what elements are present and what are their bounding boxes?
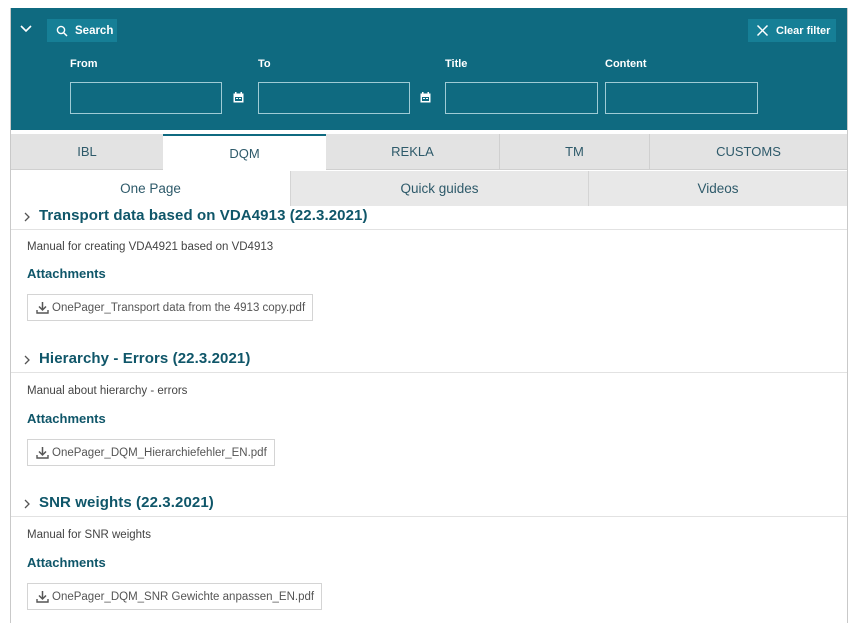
tab-label: TM — [565, 144, 584, 159]
tab-quick-guides[interactable]: Quick guides — [290, 171, 588, 206]
tab-label: REKLA — [391, 144, 434, 159]
section-description: Manual for creating VDA4921 based on VD4… — [27, 241, 274, 253]
tab-label: Videos — [697, 181, 739, 196]
tab-rekla[interactable]: REKLA — [326, 134, 499, 169]
tab-tm[interactable]: TM — [499, 134, 649, 169]
section-title: Transport data based on VDA4913 (22.3.20… — [39, 207, 368, 224]
tab-videos[interactable]: Videos — [588, 171, 847, 206]
clear-filter-label: Clear filter — [776, 24, 831, 37]
tab-label: Quick guides — [400, 181, 479, 196]
close-icon — [756, 24, 769, 37]
to-date-input[interactable] — [258, 82, 410, 114]
tab-label: IBL — [77, 144, 97, 159]
calendar-icon[interactable] — [233, 92, 244, 103]
manual-section: Hierarchy - Errors (22.3.2021) Manual ab… — [11, 348, 847, 490]
filter-panel: Search Clear filter From To Title Conten… — [11, 8, 847, 130]
content-input[interactable] — [605, 82, 758, 114]
attachment-file-name: OnePager_Transport data from the 4913 co… — [52, 301, 306, 314]
chevron-right-icon — [24, 499, 30, 509]
tab-label: DQM — [229, 145, 260, 161]
section-description: Manual for SNR weights — [27, 529, 151, 541]
content-label: Content — [605, 58, 647, 70]
section-header[interactable]: SNR weights (22.3.2021) — [11, 492, 847, 517]
tab-one-page[interactable]: One Page — [11, 171, 290, 206]
chevron-down-icon[interactable] — [19, 21, 33, 35]
tab-label: CUSTOMS — [716, 144, 781, 159]
attachments-label: Attachments — [27, 411, 106, 426]
from-label: From — [70, 58, 98, 70]
title-label: Title — [445, 58, 468, 70]
chevron-right-icon — [24, 212, 30, 222]
download-icon — [36, 447, 49, 459]
section-title: SNR weights (22.3.2021) — [39, 494, 214, 511]
to-label: To — [258, 58, 271, 70]
section-description: Manual about hierarchy - errors — [27, 385, 188, 397]
attachment-file-link[interactable]: OnePager_DQM_Hierarchiefehler_EN.pdf — [27, 439, 275, 466]
manual-section: SNR weights (22.3.2021) Manual for SNR w… — [11, 492, 847, 623]
page-frame: Search Clear filter From To Title Conten… — [10, 8, 848, 623]
download-icon — [36, 302, 49, 314]
calendar-icon[interactable] — [420, 92, 431, 103]
attachment-file-link[interactable]: OnePager_Transport data from the 4913 co… — [27, 294, 314, 321]
clear-filter-button[interactable]: Clear filter — [748, 19, 836, 42]
attachments-label: Attachments — [27, 266, 106, 281]
section-title: Hierarchy - Errors (22.3.2021) — [39, 350, 251, 367]
manual-section: Transport data based on VDA4913 (22.3.20… — [11, 205, 847, 345]
attachment-file-name: OnePager_DQM_Hierarchiefehler_EN.pdf — [52, 446, 267, 459]
search-button-label: Search — [75, 24, 114, 37]
tab-customs[interactable]: CUSTOMS — [649, 134, 847, 169]
main-tab-bar: IBL DQM REKLA TM CUSTOMS — [11, 134, 847, 170]
attachment-file-link[interactable]: OnePager_DQM_SNR Gewichte anpassen_EN.pd… — [27, 583, 323, 610]
search-icon — [56, 25, 68, 37]
sub-tab-bar: One Page Quick guides Videos — [11, 171, 847, 206]
search-button[interactable]: Search — [47, 19, 117, 42]
chevron-right-icon — [24, 355, 30, 365]
from-date-input[interactable] — [70, 82, 222, 114]
section-header[interactable]: Transport data based on VDA4913 (22.3.20… — [11, 205, 847, 230]
tab-dqm[interactable]: DQM — [163, 134, 326, 170]
title-input[interactable] — [445, 82, 598, 114]
section-header[interactable]: Hierarchy - Errors (22.3.2021) — [11, 348, 847, 373]
tab-ibl[interactable]: IBL — [11, 134, 163, 169]
attachments-label: Attachments — [27, 555, 106, 570]
download-icon — [36, 591, 49, 603]
attachment-file-name: OnePager_DQM_SNR Gewichte anpassen_EN.pd… — [52, 590, 315, 603]
tab-label: One Page — [120, 181, 181, 196]
